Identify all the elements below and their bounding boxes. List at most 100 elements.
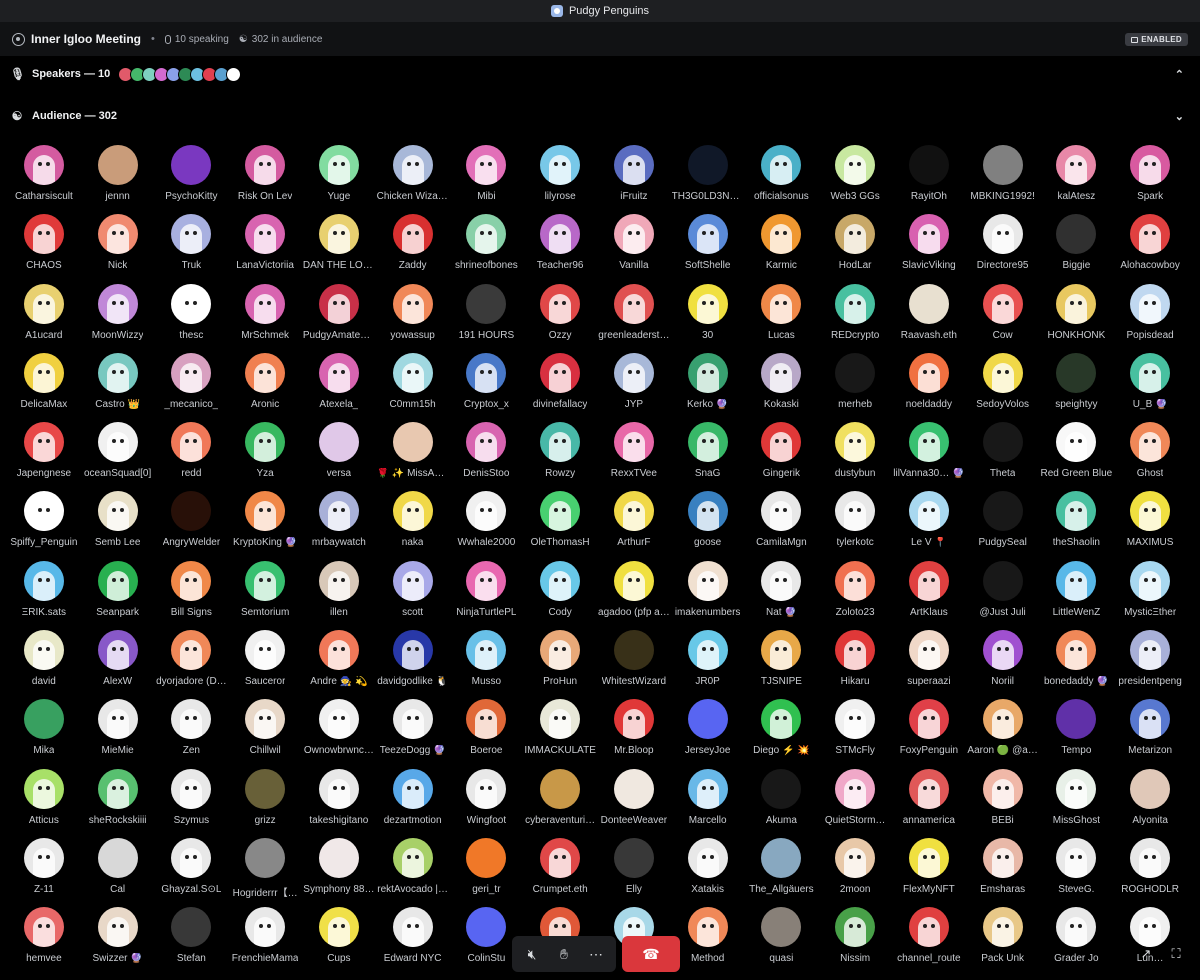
avatar[interactable] xyxy=(245,837,286,878)
avatar[interactable] xyxy=(687,352,728,393)
audience-member[interactable]: TJSNIPE xyxy=(745,630,819,699)
audience-member[interactable]: bonedaddy 🔮 xyxy=(1040,630,1114,699)
avatar[interactable] xyxy=(171,768,212,809)
avatar[interactable] xyxy=(245,214,286,255)
avatar[interactable] xyxy=(171,907,212,948)
avatar[interactable] xyxy=(318,907,359,948)
avatar[interactable] xyxy=(540,630,581,671)
audience-member[interactable]: TH3G0LD3N3… xyxy=(671,145,745,214)
avatar[interactable] xyxy=(318,283,359,324)
audience-member[interactable]: Lun… xyxy=(1113,907,1187,976)
audience-member[interactable]: Teacher96 xyxy=(523,214,597,283)
audience-member[interactable]: Directore95 xyxy=(966,214,1040,283)
audience-member[interactable]: Vanilla xyxy=(597,214,671,283)
avatar[interactable] xyxy=(982,907,1023,948)
audience-member[interactable]: Emsharas xyxy=(966,837,1040,907)
audience-member[interactable]: Japengnese xyxy=(7,422,81,491)
avatar[interactable] xyxy=(245,699,286,740)
avatar[interactable] xyxy=(466,422,507,463)
audience-member[interactable]: mrbaywatch xyxy=(302,491,376,560)
avatar[interactable] xyxy=(613,283,654,324)
audience-member[interactable]: Chicken Wizar… xyxy=(376,145,450,214)
avatar[interactable] xyxy=(245,422,286,463)
avatar[interactable] xyxy=(613,422,654,463)
avatar[interactable] xyxy=(761,491,802,532)
audience-member[interactable]: Tempo xyxy=(1040,699,1114,768)
avatar[interactable] xyxy=(23,630,64,671)
avatar[interactable] xyxy=(466,837,507,878)
audience-member[interactable]: ΞRIK.sats xyxy=(7,560,81,630)
audience-member[interactable]: JerseyJoe xyxy=(671,699,745,768)
avatar[interactable] xyxy=(540,699,581,740)
avatar[interactable] xyxy=(540,837,581,878)
avatar[interactable] xyxy=(613,630,654,671)
avatar[interactable] xyxy=(392,352,433,393)
avatar[interactable] xyxy=(1130,699,1171,740)
audience-member[interactable]: dyorjadore (D… xyxy=(155,630,229,699)
audience-member[interactable]: Aronic xyxy=(228,352,302,422)
audience-section[interactable]: ☯ Audience — 302 ⌄ xyxy=(0,98,1200,134)
avatar[interactable] xyxy=(23,145,64,185)
audience-member[interactable]: Nick xyxy=(81,214,155,283)
audience-member[interactable]: IMMACKULATE xyxy=(523,699,597,768)
avatar[interactable] xyxy=(171,283,212,324)
audience-member[interactable]: shrineofbones xyxy=(450,214,524,283)
audience-member[interactable]: Zoloto23 xyxy=(818,560,892,630)
audience-member[interactable]: Cow xyxy=(966,283,1040,353)
mic-muted-icon[interactable]: 🔇︎ xyxy=(516,940,548,968)
audience-member[interactable]: KryptoKing 🔮 xyxy=(228,491,302,560)
avatar[interactable] xyxy=(97,560,138,601)
audience-member[interactable]: Zen xyxy=(155,699,229,768)
audience-member[interactable]: PudgySeal xyxy=(966,491,1040,560)
audience-member[interactable]: rektAvocado |… xyxy=(376,837,450,907)
audience-member[interactable]: WhitestWizard xyxy=(597,630,671,699)
avatar[interactable] xyxy=(318,630,359,671)
avatar[interactable] xyxy=(982,699,1023,740)
audience-member[interactable]: Bill Signs xyxy=(155,560,229,630)
avatar[interactable] xyxy=(687,907,728,948)
avatar[interactable] xyxy=(392,214,433,255)
audience-member[interactable]: MoonWizzy xyxy=(81,283,155,353)
audience-member[interactable]: Musso xyxy=(450,630,524,699)
audience-member[interactable]: Mibi xyxy=(450,145,524,214)
avatar[interactable] xyxy=(761,283,802,324)
audience-member[interactable]: Hikaru xyxy=(818,630,892,699)
audience-member[interactable]: Xatakis xyxy=(671,837,745,907)
avatar[interactable] xyxy=(392,768,433,809)
speakers-section[interactable]: 🎙︎ Speakers — 10 ⌃ xyxy=(0,56,1200,92)
avatar[interactable] xyxy=(908,630,949,671)
audience-member[interactable]: lilyrose xyxy=(523,145,597,214)
audience-member[interactable]: Atticus xyxy=(7,768,81,838)
avatar[interactable] xyxy=(1130,422,1171,463)
audience-member[interactable]: Alyonita xyxy=(1113,768,1187,838)
audience-member[interactable]: AngryWelder xyxy=(155,491,229,560)
audience-member[interactable]: agadoo (pfp a… xyxy=(597,560,671,630)
audience-member[interactable]: ArthurF xyxy=(597,491,671,560)
audience-member[interactable]: Pack Unk xyxy=(966,907,1040,976)
avatar[interactable] xyxy=(613,699,654,740)
avatar[interactable] xyxy=(687,283,728,324)
avatar[interactable] xyxy=(245,283,286,324)
audience-member[interactable]: DenisStoo xyxy=(450,422,524,491)
audience-member[interactable]: Cal xyxy=(81,837,155,907)
audience-member[interactable]: RayitOh xyxy=(892,145,966,214)
audience-member[interactable]: merheb xyxy=(818,352,892,422)
audience-member[interactable]: SteveG. xyxy=(1040,837,1114,907)
avatar[interactable] xyxy=(540,352,581,393)
avatar[interactable] xyxy=(835,699,876,740)
avatar[interactable] xyxy=(908,491,949,532)
raise-hand-icon[interactable]: ✋︎ xyxy=(548,940,580,968)
audience-member[interactable]: Noriil xyxy=(966,630,1040,699)
avatar[interactable] xyxy=(908,283,949,324)
audience-member[interactable]: MysticΞther xyxy=(1113,560,1187,630)
audience-member[interactable]: cyberaventuri… xyxy=(523,768,597,838)
avatar[interactable] xyxy=(761,837,802,878)
avatar[interactable] xyxy=(245,907,286,948)
avatar[interactable] xyxy=(392,422,433,463)
audience-member[interactable]: Boeroe xyxy=(450,699,524,768)
audience-member[interactable]: annamerica xyxy=(892,768,966,838)
avatar[interactable] xyxy=(1130,630,1171,671)
audience-member[interactable]: Spark xyxy=(1113,145,1187,214)
audience-member[interactable]: Marcello xyxy=(671,768,745,838)
audience-member[interactable]: Wingfoot xyxy=(450,768,524,838)
